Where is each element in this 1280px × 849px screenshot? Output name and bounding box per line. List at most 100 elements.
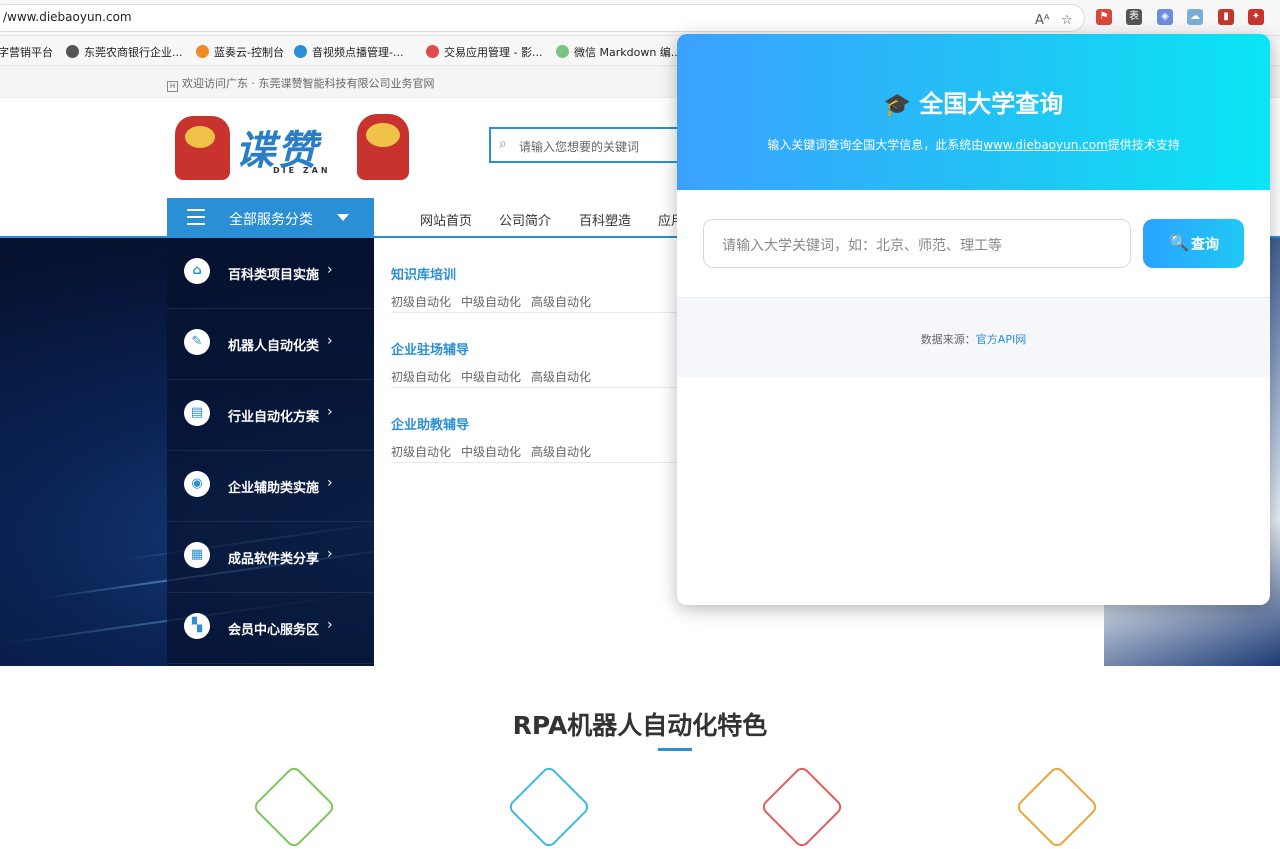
side-menu-label: 会员中心服务区 [228, 623, 320, 638]
popup-subtitle: 输入关键词查询全国大学信息，此系统由www.diebaoyun.com提供技术支… [677, 136, 1270, 153]
edit-doc-icon: ✎ [184, 329, 210, 355]
nav-link-home[interactable]: 网站首页 [420, 210, 472, 229]
dropdown-sub-link[interactable]: 中级自动化 [461, 443, 521, 460]
colorful-ext-icon[interactable]: ◈ [1157, 9, 1173, 25]
browser-toolbar: /www.diebaoyun.com Aᴬ ☆ ⚑ 表 ◈ ☁ ▮ ✦ [0, 0, 1280, 36]
data-source-label: 数据来源： [920, 333, 976, 346]
magnifier-icon: 🔍 [1169, 233, 1189, 252]
flag-icon [196, 45, 209, 58]
side-menu-label: 行业自动化方案 [228, 410, 320, 425]
chevron-right-icon: › [327, 262, 333, 278]
graduation-cap-icon: 🎓 [883, 93, 912, 118]
side-menu-item[interactable]: ▤ 行业自动化方案 › [167, 380, 374, 451]
logo-subtext: DIE ZAN [273, 166, 331, 175]
welcome-text: H 欢迎访问广东 · 东莞谍赞智能科技有限公司业务官网 [167, 75, 435, 92]
chevron-right-icon: › [327, 404, 333, 420]
dropdown-sub-link[interactable]: 高级自动化 [531, 293, 591, 310]
dropdown-group-title[interactable]: 知识库培训 [391, 264, 456, 283]
pin-icon [426, 45, 439, 58]
subtitle-prefix: 输入关键词查询全国大学信息，此系统由 [767, 138, 984, 152]
popup-footer: 数据来源：官方API网 [677, 297, 1270, 377]
section-title: RPA机器人自动化特色 [512, 711, 768, 740]
chevron-right-icon: › [327, 475, 333, 491]
red-ext-icon[interactable]: ▮ [1218, 9, 1234, 25]
site-badge-icon: H [167, 81, 178, 92]
all-categories-label: 全部服务分类 [229, 212, 313, 228]
dropdown-group: 企业助教辅导 初级自动化 中级自动化 高级自动化 [391, 388, 721, 463]
read-aloud-icon[interactable]: Aᴬ [1035, 13, 1050, 28]
category-side-menu: ⌂ 百科类项目实施 › ✎ 机器人自动化类 › ▤ 行业自动化方案 › ◉ 企业辅助类实施 › ▦ 成品软… [167, 238, 374, 666]
cloud-ext-icon[interactable]: ☁ [1187, 9, 1203, 25]
globe-icon [66, 45, 79, 58]
feature-diamond-icon [759, 764, 845, 849]
side-menu-label: 成品软件类分享 [228, 552, 320, 567]
address-url[interactable]: /www.diebaoyun.com [3, 10, 132, 24]
address-bar[interactable]: /www.diebaoyun.com Aᴬ ☆ [0, 4, 1085, 32]
data-source-link[interactable]: 官方API网 [976, 333, 1026, 346]
site-logo[interactable]: 谍赞 DIE ZAN [175, 110, 415, 186]
chevron-right-icon: › [327, 546, 333, 562]
feature-diamond-icon [251, 764, 337, 849]
search-icon: ⌕ [499, 136, 507, 152]
provider-link[interactable]: www.diebaoyun.com [983, 138, 1108, 152]
bookmark-item[interactable]: 音视频点播管理-... [294, 44, 403, 60]
side-menu-item[interactable]: ◉ 企业辅助类实施 › [167, 451, 374, 522]
feature-diamond-icon [1014, 764, 1100, 849]
dropdown-sub-link[interactable]: 高级自动化 [531, 368, 591, 385]
data-source-text: 数据来源：官方API网 [677, 331, 1270, 347]
caret-down-icon [337, 214, 349, 221]
grid-icon: ▚ [184, 613, 210, 639]
popup-title-text: 全国大学查询 [919, 90, 1064, 118]
bookmark-label: 蓝奏云-控制台 [214, 46, 284, 59]
dropdown-sub-link[interactable]: 初级自动化 [391, 443, 451, 460]
chevron-right-icon: › [327, 617, 333, 633]
subtitle-suffix: 提供技术支持 [1107, 138, 1180, 152]
cloud-icon [294, 45, 307, 58]
window-icon: ▦ [184, 542, 210, 568]
university-ext-icon[interactable]: ✦ [1248, 9, 1264, 25]
dropdown-group: 知识库培训初级自动化 中级自动化 高级自动化 [391, 238, 721, 313]
dropdown-sub-link[interactable]: 初级自动化 [391, 368, 451, 385]
user-card-icon: ◉ [184, 471, 210, 497]
bookmark-item[interactable]: 蓝奏云-控制台 [196, 44, 284, 60]
house-gear-icon: ⌂ [184, 258, 210, 284]
dropdown-group-title[interactable]: 企业驻场辅导 [391, 339, 469, 358]
bookmark-item[interactable]: 东莞农商银行企业... [66, 44, 183, 60]
nav-link-about[interactable]: 公司简介 [499, 210, 551, 229]
search-button[interactable]: 🔍 查询 [1143, 219, 1244, 268]
bookmark-label: 微信 Markdown 编... [574, 46, 682, 59]
dropdown-sub-link[interactable]: 中级自动化 [461, 293, 521, 310]
side-menu-item[interactable]: ▦ 成品软件类分享 › [167, 522, 374, 593]
side-menu-label: 百科类项目实施 [228, 268, 320, 283]
all-categories-button[interactable]: 全部服务分类 [167, 198, 374, 238]
side-menu-item[interactable]: ✎ 机器人自动化类 › [167, 309, 374, 380]
dropdown-sub-link[interactable]: 中级自动化 [461, 368, 521, 385]
side-menu-label: 企业辅助类实施 [228, 481, 320, 496]
nav-link-encyclopedia[interactable]: 百科塑造 [579, 210, 631, 229]
bookmark-item[interactable]: 微信 Markdown 编... [556, 44, 681, 60]
bookmark-label: 字营销平台 [0, 46, 53, 59]
side-menu-item[interactable]: ⌂ 百科类项目实施 › [167, 238, 374, 309]
site-search-placeholder: 请输入您想要的关键词 [519, 140, 640, 154]
bookmark-label: 东莞农商银行企业... [84, 46, 183, 59]
popup-title: 🎓 全国大学查询 [677, 84, 1270, 119]
logo-mascot-left [175, 116, 230, 180]
chart-doc-icon: ▤ [184, 400, 210, 426]
dropdown-sub-link[interactable]: 高级自动化 [531, 443, 591, 460]
university-search-input[interactable]: 请输入大学关键词，如：北京、师范、理工等 [703, 219, 1131, 268]
site-search-input[interactable]: ⌕ 请输入您想要的关键词 [489, 127, 689, 163]
side-menu-label: 机器人自动化类 [228, 339, 320, 354]
bookmark-label: 交易应用管理 - 影... [444, 46, 543, 59]
table-ext-icon[interactable]: 表 [1126, 9, 1142, 25]
bookmark-item[interactable]: 交易应用管理 - 影... [426, 44, 542, 60]
dropdown-sub-link[interactable]: 初级自动化 [391, 293, 451, 310]
bookmark-item[interactable]: 字营销平台 [0, 44, 53, 60]
chevron-right-icon: › [327, 333, 333, 349]
logo-mascot-right [357, 114, 409, 180]
feature-diamond-icon [506, 764, 592, 849]
side-menu-item[interactable]: ▚ 会员中心服务区 › [167, 593, 374, 664]
menu-list-icon [187, 209, 205, 225]
favorite-star-icon[interactable]: ☆ [1061, 13, 1073, 28]
bookmark-ext-icon[interactable]: ⚑ [1096, 9, 1112, 25]
dropdown-group-title[interactable]: 企业助教辅导 [391, 414, 469, 433]
